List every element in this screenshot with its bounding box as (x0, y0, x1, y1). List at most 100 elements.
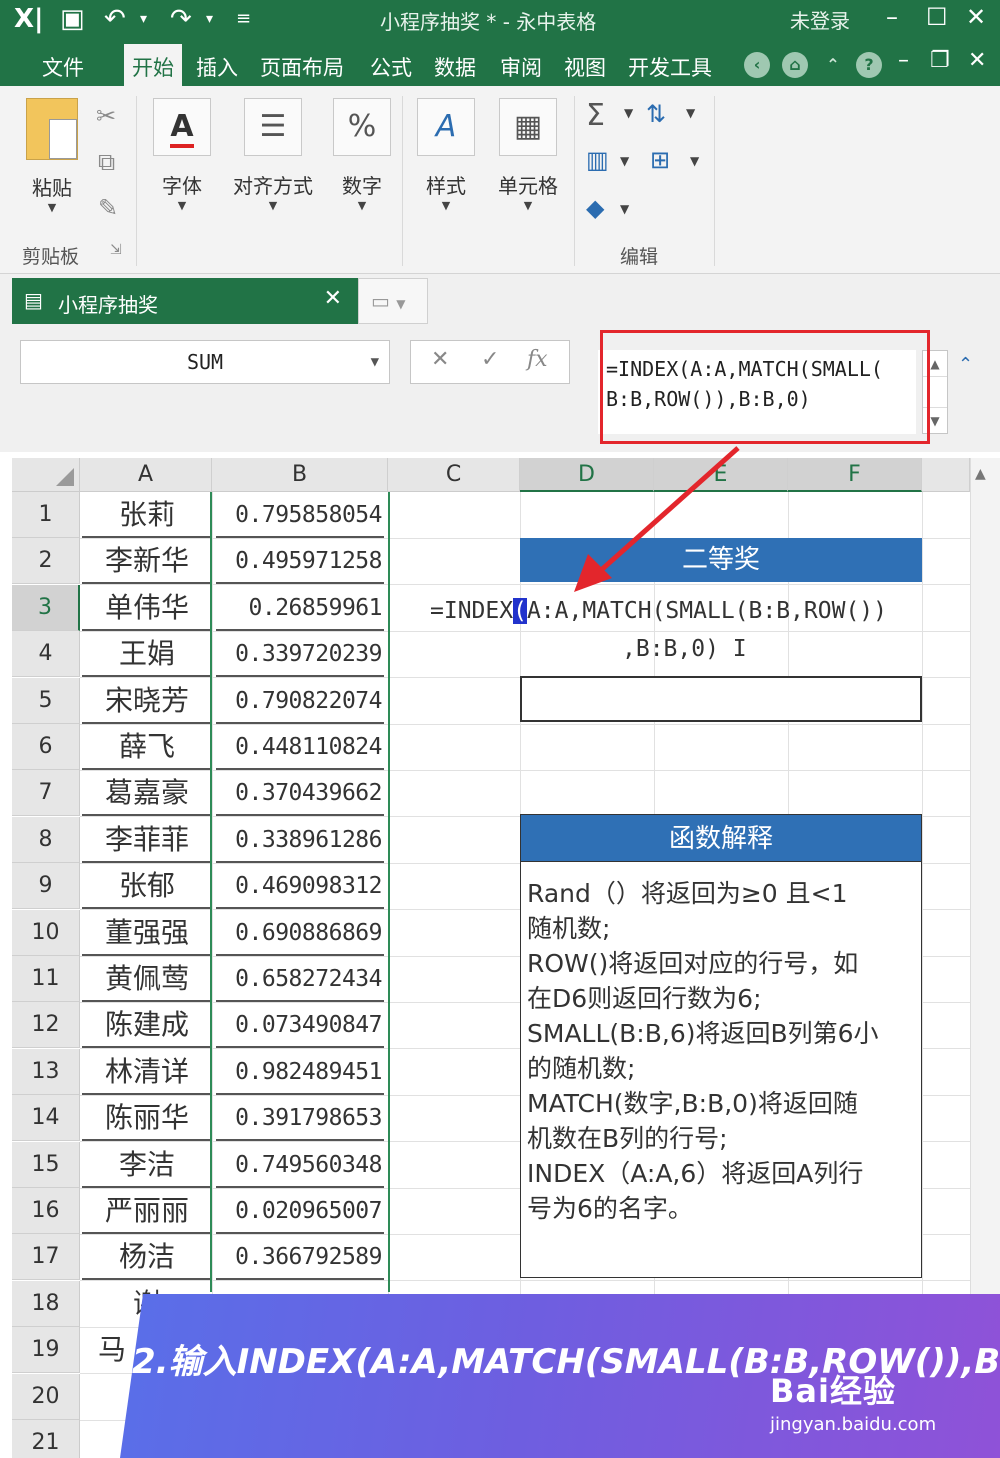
row-header[interactable]: 20 (12, 1374, 80, 1420)
name-cell[interactable]: 张莉 (82, 492, 212, 538)
result-cell-box[interactable] (520, 676, 922, 722)
tab-review[interactable]: 审阅 (500, 52, 542, 82)
name-cell[interactable]: 葛嘉豪 (82, 770, 212, 816)
redo-dropdown-icon[interactable]: ▾ (206, 4, 213, 34)
row-header[interactable]: 21 (12, 1420, 80, 1458)
random-value-cell[interactable]: 0.391798653 (212, 1095, 388, 1141)
name-cell[interactable]: 张郁 (82, 863, 212, 909)
column-header-b[interactable]: B (212, 458, 388, 492)
name-cell[interactable]: 宋晓芳 (82, 678, 212, 724)
undo-dropdown-icon[interactable]: ▾ (140, 4, 147, 34)
new-tab-button[interactable]: ▭ ▼ (358, 278, 428, 324)
name-cell[interactable]: 李洁 (82, 1142, 212, 1188)
explain-text[interactable]: Rand（）将返回为≥0 且<1 随机数; ROW()将返回对应的行号，如 在D… (520, 862, 922, 1278)
close-tab-icon[interactable]: ✕ (324, 286, 342, 311)
sort-icon[interactable]: ⇅ (646, 100, 666, 128)
random-value-cell[interactable]: 0.658272434 (212, 956, 388, 1002)
workbook-tab[interactable]: ▤ 小程序抽奖 ✕ (12, 278, 358, 324)
random-value-cell[interactable]: 0.790822074 (212, 678, 388, 724)
row-header[interactable]: 8 (12, 817, 80, 863)
new-tab-dropdown-icon[interactable]: ▼ (396, 297, 405, 311)
scroll-up-icon[interactable]: ▲ (975, 466, 986, 482)
random-value-cell[interactable]: 0.495971258 (212, 538, 388, 584)
tab-file[interactable]: 文件 (42, 52, 84, 82)
number-button[interactable]: % 数字 ▼ (330, 98, 394, 212)
random-value-cell[interactable]: 0.020965007 (212, 1188, 388, 1234)
minimize-icon[interactable]: – (886, 3, 898, 31)
collapse-ribbon-icon[interactable]: ⌃ (820, 52, 846, 78)
back-icon[interactable]: ‹ (744, 52, 770, 78)
close-icon[interactable]: ✕ (966, 3, 986, 31)
font-button[interactable]: A 字体 ▼ (150, 98, 214, 212)
random-value-cell[interactable]: 0.073490847 (212, 1002, 388, 1048)
name-cell[interactable]: 严丽丽 (82, 1188, 212, 1234)
row-header[interactable]: 4 (12, 631, 80, 677)
name-cell[interactable]: 单伟华 (82, 585, 212, 631)
random-value-cell[interactable]: 0.339720239 (212, 631, 388, 677)
name-cell[interactable]: 李菲菲 (82, 817, 212, 863)
tab-developer[interactable]: 开发工具 (628, 52, 712, 82)
copy-icon[interactable]: ⧉ (98, 148, 115, 176)
style-button[interactable]: A 样式 ▼ (414, 98, 478, 212)
row-header[interactable]: 2 (12, 538, 80, 584)
tab-page-layout[interactable]: 页面布局 (260, 52, 344, 82)
explain-header[interactable]: 函数解释 (520, 814, 922, 862)
find-dropdown-icon[interactable]: ▼ (690, 154, 699, 168)
column-header-c[interactable]: C (388, 458, 520, 492)
fx-icon[interactable]: fx (527, 347, 548, 372)
home-icon[interactable]: ⌂ (782, 52, 808, 78)
align-button[interactable]: ☰ 对齐方式 ▼ (226, 98, 320, 212)
row-header[interactable]: 10 (12, 910, 80, 956)
random-value-cell[interactable]: 0.749560348 (212, 1142, 388, 1188)
find-icon[interactable]: ⊞ (650, 146, 670, 174)
doc-close-icon[interactable]: ✕ (968, 48, 986, 73)
column-header-g[interactable] (922, 458, 970, 492)
save-icon[interactable]: ▣ (60, 4, 85, 34)
random-value-cell[interactable]: 0.982489451 (212, 1049, 388, 1095)
row-header[interactable]: 19 (12, 1327, 80, 1373)
name-box[interactable]: SUM ▼ (20, 340, 390, 384)
row-header[interactable]: 5 (12, 678, 80, 724)
column-header-f[interactable]: F (788, 458, 922, 492)
doc-minimize-icon[interactable]: – (898, 48, 909, 73)
maximize-icon[interactable]: ☐ (926, 3, 948, 31)
random-value-cell[interactable]: 0.469098312 (212, 863, 388, 909)
clear-dropdown-icon[interactable]: ▼ (620, 202, 629, 216)
row-header[interactable]: 14 (12, 1095, 80, 1141)
help-icon[interactable]: ? (856, 52, 882, 78)
undo-icon[interactable]: ↶ (104, 4, 126, 34)
doc-restore-icon[interactable]: ❐ (930, 48, 950, 73)
random-value-cell[interactable]: 0.338961286 (212, 817, 388, 863)
row-header[interactable]: 9 (12, 863, 80, 909)
row-header[interactable]: 7 (12, 770, 80, 816)
tab-formulas[interactable]: 公式 (370, 52, 412, 82)
random-value-cell[interactable]: 0.795858054 (212, 492, 388, 538)
customize-toolbar-icon[interactable]: ≡ (236, 4, 251, 34)
cut-icon[interactable]: ✂ (96, 102, 116, 130)
row-header[interactable]: 6 (12, 724, 80, 770)
tab-data[interactable]: 数据 (434, 52, 476, 82)
column-header-a[interactable]: A (80, 458, 212, 492)
name-cell[interactable]: 陈建成 (82, 1002, 212, 1048)
tab-home[interactable]: 开始 (124, 44, 182, 86)
row-header[interactable]: 12 (12, 1002, 80, 1048)
paste-button[interactable]: 粘贴 ▼ (20, 98, 84, 214)
name-cell[interactable]: 李新华 (82, 538, 212, 584)
format-painter-icon[interactable]: ✎ (98, 194, 118, 222)
tab-view[interactable]: 视图 (564, 52, 606, 82)
random-value-cell[interactable]: 0.26859961 (212, 585, 388, 631)
cells-button[interactable]: ▦ 单元格 ▼ (494, 98, 562, 212)
autosum-dropdown-icon[interactable]: ▼ (624, 106, 633, 120)
name-cell[interactable]: 王娟 (82, 631, 212, 677)
random-value-cell[interactable]: 0.448110824 (212, 724, 388, 770)
redo-icon[interactable]: ↷ (170, 4, 192, 34)
tab-insert[interactable]: 插入 (196, 52, 238, 82)
login-status[interactable]: 未登录 (790, 5, 850, 34)
random-value-cell[interactable]: 0.690886869 (212, 910, 388, 956)
autosum-icon[interactable]: Σ (586, 98, 605, 133)
dialog-launcher-icon[interactable]: ⇲ (110, 242, 122, 258)
sort-dropdown-icon[interactable]: ▼ (686, 106, 695, 120)
name-cell[interactable]: 杨洁 (82, 1234, 212, 1280)
cancel-icon[interactable]: ✕ (431, 347, 449, 372)
name-cell[interactable]: 薛飞 (82, 724, 212, 770)
